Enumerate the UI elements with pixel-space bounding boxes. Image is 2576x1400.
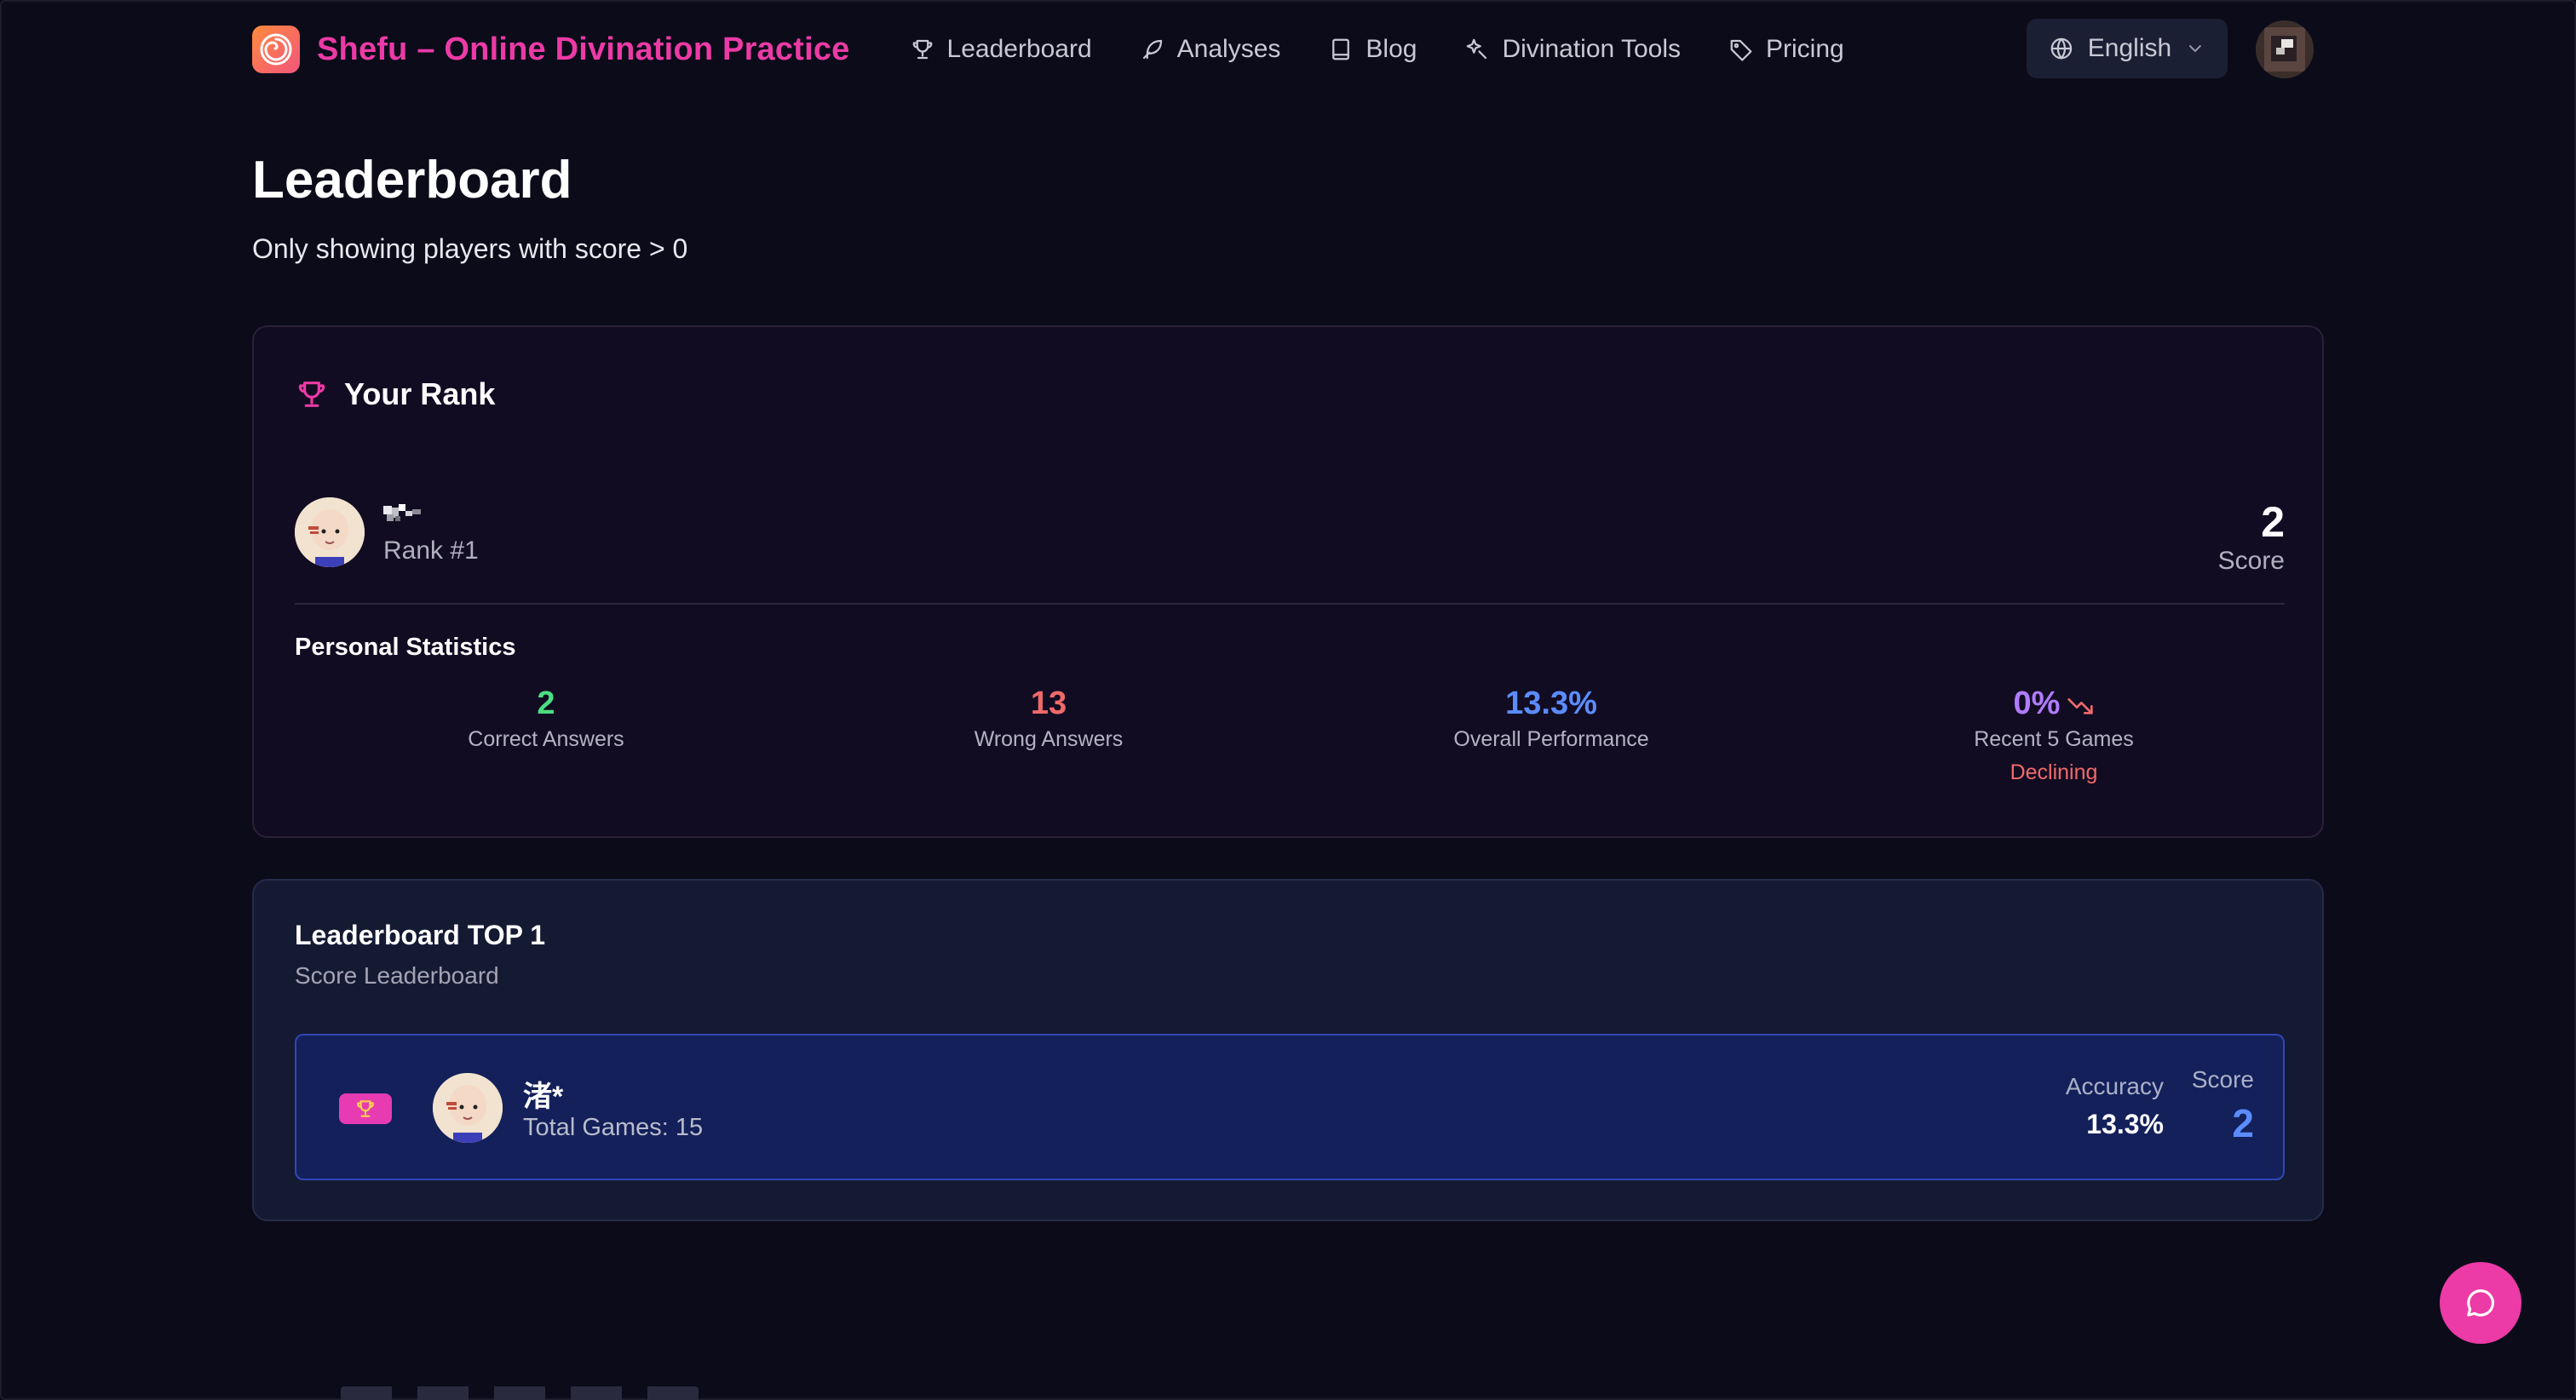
your-score-value: 2 xyxy=(2261,498,2285,546)
nav-pricing[interactable]: Pricing xyxy=(1728,35,1844,64)
trend-down-icon xyxy=(2067,697,2094,714)
language-select[interactable]: English xyxy=(2027,19,2228,78)
stat-wrong-answers: 13 Wrong Answers xyxy=(797,685,1300,785)
cut-off-section-heading xyxy=(341,1381,699,1400)
stat-recent-value-row: 0% xyxy=(1803,685,2305,722)
stat-overall-label: Overall Performance xyxy=(1453,727,1649,751)
nav-leaderboard-label: Leaderboard xyxy=(946,35,1092,63)
feather-icon xyxy=(1142,39,1162,60)
page-subtitle: Only showing players with score > 0 xyxy=(252,233,688,264)
page-title: Leaderboard xyxy=(252,151,572,209)
stat-correct-value: 2 xyxy=(537,686,555,721)
entry-accuracy-label: Accuracy xyxy=(2065,1073,2164,1099)
stat-recent-games: 0% Recent 5 Games Declining xyxy=(1803,685,2305,785)
masked-username-icon xyxy=(383,504,421,521)
language-label: English xyxy=(2087,34,2172,62)
nav-analyses-label: Analyses xyxy=(1176,35,1281,63)
nav-links: Leaderboard Analyses Blog Divination Too… xyxy=(910,35,1844,64)
stat-overall-performance: 13.3% Overall Performance xyxy=(1300,685,1803,785)
your-rank-header: Your Rank xyxy=(295,376,495,412)
personal-stats-title: Personal Statistics xyxy=(295,634,516,661)
pixelated-avatar-icon xyxy=(2256,20,2314,78)
personal-stats-grid: 2 Correct Answers 13 Wrong Answers 13.3%… xyxy=(295,685,2305,785)
chevron-down-icon xyxy=(2189,45,2202,53)
leaderboard-entry[interactable]: 渚* Total Games: 15 Accuracy 13.3% Score … xyxy=(295,1034,2285,1180)
entry-score-label: Score xyxy=(2191,1066,2254,1093)
stat-wrong-value: 13 xyxy=(1030,686,1067,721)
nav-pricing-label: Pricing xyxy=(1766,35,1844,63)
leaderboard-top-title: Leaderboard TOP 1 xyxy=(295,920,546,950)
entry-accuracy-value: 13.3% xyxy=(2086,1109,2164,1139)
stat-recent-label: Recent 5 Games xyxy=(1974,727,2134,751)
trophy-icon xyxy=(298,382,325,407)
stat-recent-value: 0% xyxy=(2013,686,2061,721)
stat-correct-label: Correct Answers xyxy=(468,727,624,751)
book-icon xyxy=(1332,38,1350,60)
entry-score-value: 2 xyxy=(2232,1101,2254,1145)
your-rank-card: Your Rank Rank #1 2 Score Personal Stati… xyxy=(252,325,2324,838)
stat-correct-answers: 2 Correct Answers xyxy=(295,685,797,785)
tag-icon xyxy=(1730,39,1752,61)
chat-bubble-icon xyxy=(2467,1289,2494,1317)
entry-username: 渚* xyxy=(523,1081,564,1113)
user-rank-text: Rank #1 xyxy=(383,536,479,565)
your-rank-user-row: Rank #1 2 Score xyxy=(295,497,2285,582)
trophy-icon xyxy=(912,39,932,60)
your-score-label: Score xyxy=(2217,547,2285,575)
nav-analyses[interactable]: Analyses xyxy=(1140,35,1281,64)
leaderboard-top-card: Leaderboard TOP 1 Score Leaderboard 渚* T… xyxy=(252,879,2324,1221)
nav-divination-tools[interactable]: Divination Tools xyxy=(1464,35,1681,64)
brand-logo-icon xyxy=(252,26,300,73)
rank-divider xyxy=(295,603,2285,605)
cartoon-avatar-icon xyxy=(295,497,365,567)
sparkle-tool-icon xyxy=(1467,38,1487,60)
stat-overall-value: 13.3% xyxy=(1505,686,1597,721)
globe-icon xyxy=(2050,37,2073,60)
nav-divination-tools-label: Divination Tools xyxy=(1502,35,1682,63)
trophy-icon xyxy=(357,1100,374,1117)
rank-badge xyxy=(339,1093,392,1124)
nav-blog-label: Blog xyxy=(1366,35,1417,63)
brand-link[interactable]: Shefu – Online Divination Practice xyxy=(252,26,850,73)
stat-wrong-label: Wrong Answers xyxy=(974,727,1124,751)
cartoon-avatar-icon xyxy=(433,1073,503,1143)
entry-avatar xyxy=(433,1073,503,1143)
top-nav: Shefu – Online Divination Practice Leade… xyxy=(252,0,2324,99)
your-rank-title: Your Rank xyxy=(344,376,496,411)
user-avatar-menu[interactable] xyxy=(2256,20,2314,78)
nav-blog[interactable]: Blog xyxy=(1328,35,1417,64)
entry-total-games: Total Games: 15 xyxy=(523,1114,704,1141)
user-avatar xyxy=(295,497,365,567)
stat-recent-trend-note: Declining xyxy=(2010,760,2098,784)
leaderboard-top-subtitle: Score Leaderboard xyxy=(295,962,499,989)
chat-button[interactable] xyxy=(2440,1262,2521,1344)
brand-title: Shefu – Online Divination Practice xyxy=(317,31,850,67)
nav-leaderboard[interactable]: Leaderboard xyxy=(910,35,1092,64)
